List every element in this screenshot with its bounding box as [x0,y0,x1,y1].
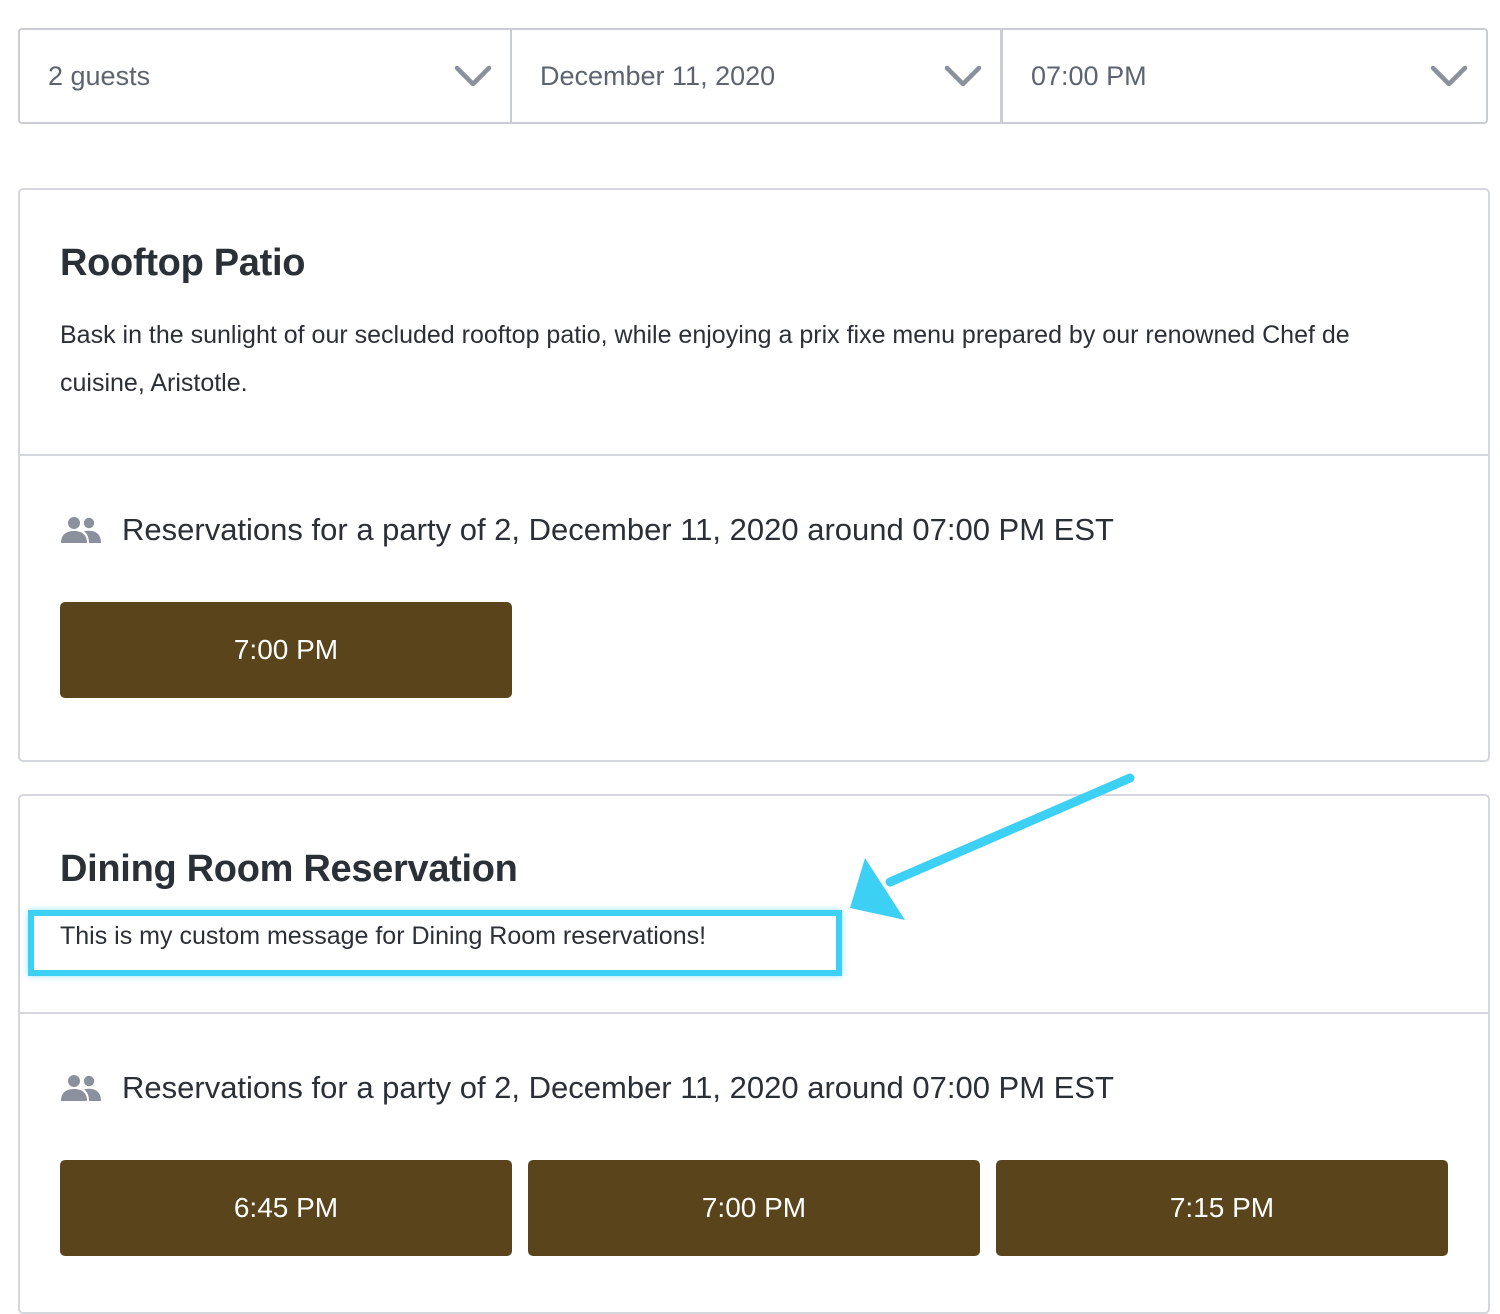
time-slot-list: 7:00 PM [60,602,1448,698]
chevron-down-icon [454,65,492,87]
room-title: Rooftop Patio [60,242,306,284]
party-summary: Reservations for a party of 2, December … [60,1068,1448,1108]
time-slot-button[interactable]: 6:45 PM [60,1160,512,1256]
time-slot-button[interactable]: 7:00 PM [528,1160,980,1256]
room-card-rooftop-patio: Rooftop Patio Bask in the sunlight of ou… [18,188,1490,762]
party-summary-text: Reservations for a party of 2, December … [122,512,1114,547]
guests-select-value: 2 guests [48,60,151,91]
room-card-header: Rooftop Patio Bask in the sunlight of ou… [20,190,1488,456]
chevron-down-icon [1430,65,1468,87]
chevron-down-icon [944,65,982,87]
room-description: Bask in the sunlight of our secluded roo… [60,321,1350,397]
reservation-filter-bar: 2 guests December 11, 2020 07:00 PM [18,28,1488,124]
time-select-value: 07:00 PM [1031,60,1147,91]
party-summary: Reservations for a party of 2, December … [60,510,1448,550]
room-custom-message: This is my custom message for Dining Roo… [60,922,707,950]
guests-select[interactable]: 2 guests [20,30,510,122]
time-slot-button[interactable]: 7:00 PM [60,602,512,698]
date-select-value: December 11, 2020 [540,60,776,91]
people-icon [61,517,101,543]
room-title: Dining Room Reservation [60,848,518,890]
room-card-dining-room: Dining Room Reservation This is my custo… [18,794,1490,1314]
room-card-header: Dining Room Reservation This is my custo… [20,796,1488,1014]
time-slot-list: 6:45 PM 7:00 PM 7:15 PM [60,1160,1448,1256]
people-icon [61,1075,101,1101]
room-card-body: Reservations for a party of 2, December … [20,1068,1488,1256]
party-summary-text: Reservations for a party of 2, December … [122,1070,1114,1105]
time-slot-button[interactable]: 7:15 PM [996,1160,1448,1256]
room-card-body: Reservations for a party of 2, December … [20,510,1488,698]
date-select[interactable]: December 11, 2020 [510,30,1000,122]
time-select[interactable]: 07:00 PM [1000,30,1486,122]
